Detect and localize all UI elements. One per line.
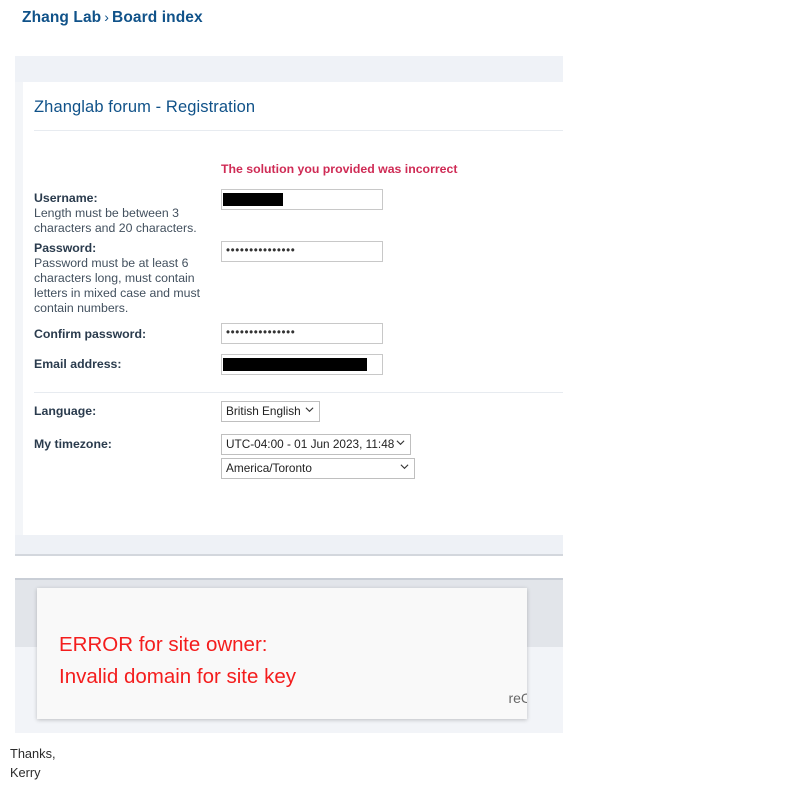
- panel-header-strip: [15, 56, 563, 82]
- breadcrumb-link-root[interactable]: Zhang Lab: [22, 9, 101, 26]
- recaptcha-error-line-1: ERROR for site owner:: [59, 633, 268, 656]
- password-input[interactable]: •••••••••••••••: [221, 241, 383, 262]
- confirm-password-label: Confirm password:: [34, 327, 147, 341]
- timezone-region-select[interactable]: America/Toronto: [221, 458, 415, 479]
- breadcrumb-separator-icon: ›: [104, 9, 110, 25]
- panel-footer-strip: [15, 535, 563, 554]
- language-select-value: British English: [226, 404, 301, 418]
- panel-bottom-shadow: [15, 554, 563, 556]
- language-label: Language:: [34, 404, 97, 418]
- username-redaction-bar: [223, 193, 283, 206]
- confirm-password-input[interactable]: •••••••••••••••: [221, 323, 383, 344]
- recaptcha-error-text: ERROR for site owner: Invalid domain for…: [59, 629, 296, 693]
- chevron-down-icon: [305, 407, 314, 413]
- chevron-down-icon: [400, 464, 409, 470]
- recaptcha-brand-label: reC: [508, 690, 527, 706]
- language-select[interactable]: British English: [221, 401, 320, 422]
- preferences-divider: [34, 392, 563, 393]
- password-label: Password:: [34, 241, 97, 255]
- captcha-error-message: The solution you provided was incorrect: [221, 162, 458, 176]
- page-title: Zhanglab forum - Registration: [34, 98, 256, 116]
- timezone-offset-select[interactable]: UTC-04:00 - 01 Jun 2023, 11:48: [221, 434, 411, 455]
- recaptcha-error-line-2: Invalid domain for site key: [59, 665, 297, 688]
- captcha-card: [23, 480, 563, 535]
- email-redaction-bar: [223, 358, 367, 371]
- username-help-text: Length must be between 3 characters and …: [34, 206, 197, 235]
- recaptcha-widget[interactable]: ERROR for site owner: Invalid domain for…: [37, 588, 527, 719]
- signature: Thanks, Kerry: [10, 744, 56, 782]
- chevron-down-icon: [396, 440, 405, 446]
- registration-card: Zhanglab forum - Registration The soluti…: [23, 82, 563, 502]
- username-label: Username:: [34, 191, 98, 205]
- breadcrumb-link-board-index[interactable]: Board index: [112, 9, 203, 26]
- timezone-label: My timezone:: [34, 437, 112, 451]
- signature-name: Kerry: [10, 765, 41, 780]
- timezone-offset-value: UTC-04:00 - 01 Jun 2023, 11:48: [226, 437, 395, 451]
- signature-closing: Thanks,: [10, 746, 56, 761]
- email-label: Email address:: [34, 357, 122, 371]
- breadcrumb: Zhang Lab › Board index: [22, 9, 203, 27]
- timezone-region-value: America/Toronto: [226, 461, 312, 475]
- password-help-text: Password must be at least 6 characters l…: [34, 256, 201, 315]
- title-divider: [34, 130, 563, 131]
